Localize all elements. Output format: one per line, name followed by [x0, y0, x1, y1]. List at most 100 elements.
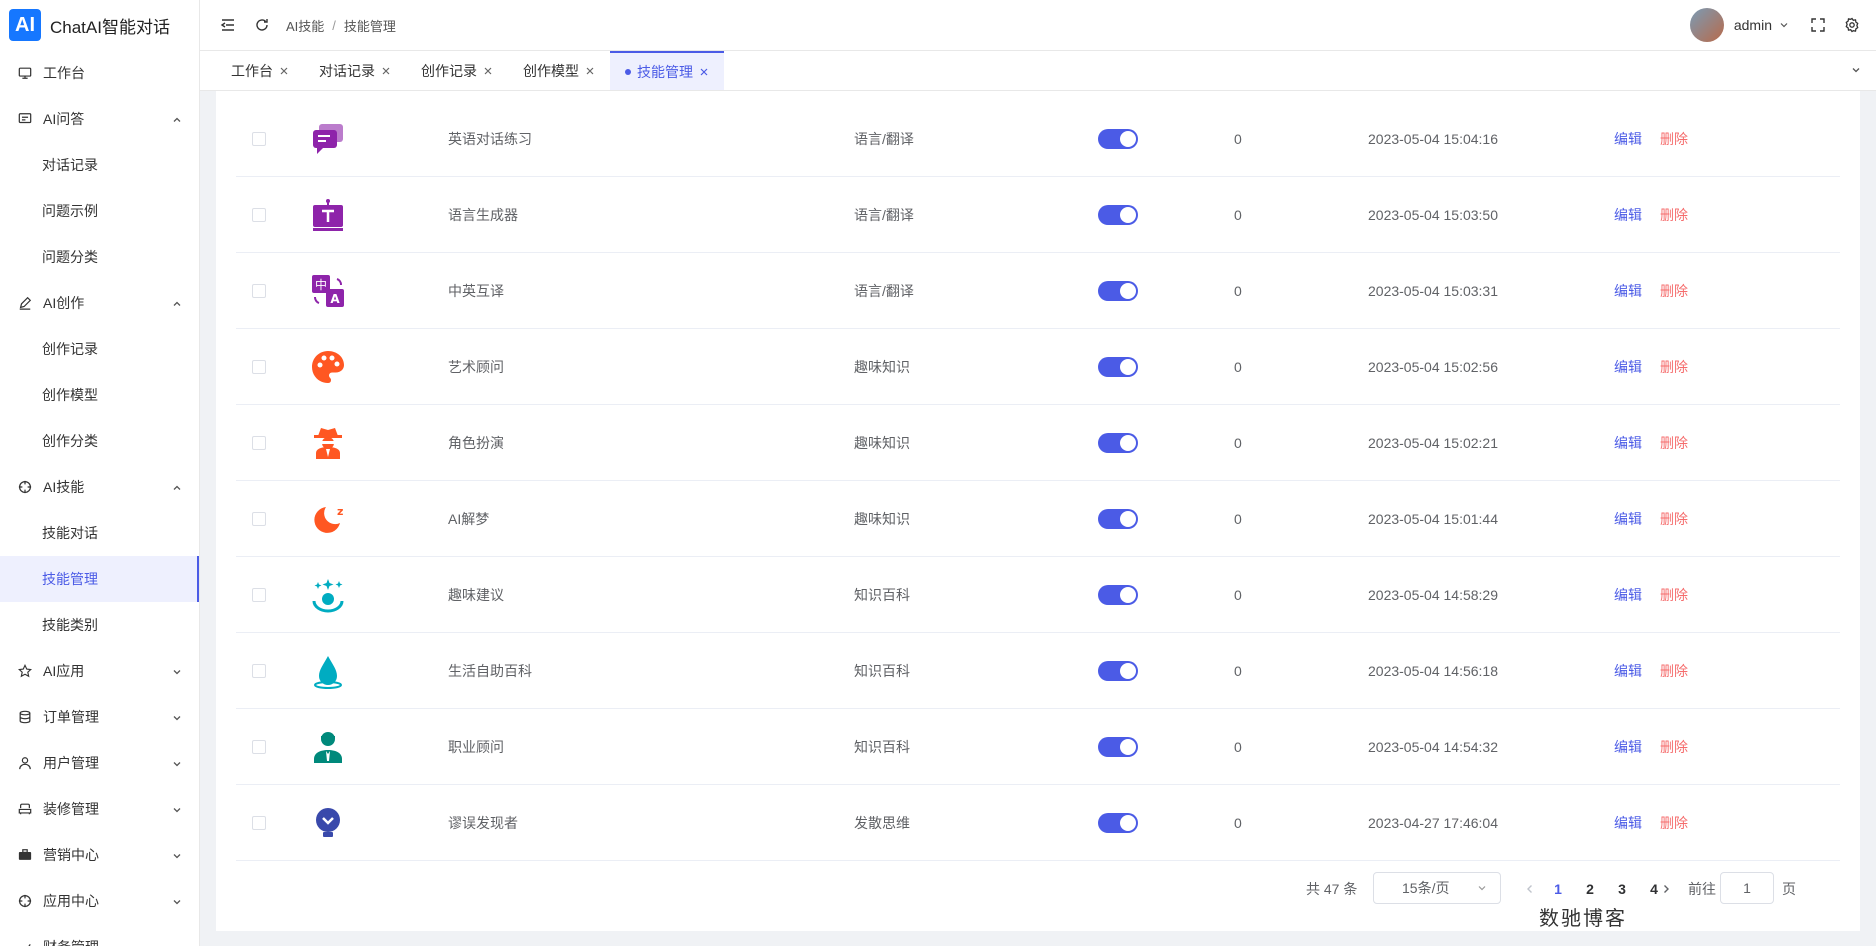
tab-item[interactable]: 创作模型	[508, 51, 610, 90]
close-icon[interactable]	[483, 66, 493, 76]
page-number[interactable]: 1	[1546, 881, 1570, 897]
tab-item[interactable]: 工作台	[216, 51, 304, 90]
next-page-button[interactable]	[1660, 874, 1672, 904]
row-checkbox[interactable]	[252, 816, 266, 830]
breadcrumb-item-ai-skill[interactable]: AI技能	[286, 16, 324, 35]
edit-button[interactable]: 编辑	[1614, 813, 1642, 833]
edit-button[interactable]: 编辑	[1614, 357, 1642, 377]
avatar[interactable]	[1689, 8, 1724, 42]
page-size-select[interactable]: 15条/页	[1373, 872, 1501, 904]
sidebar-menu: 工作台 AI问答 对话记录 问题示例 问题分类 AI创作 创作记录 创作模型 创作分类 AI技能技…	[0, 50, 199, 946]
close-icon[interactable]	[381, 66, 391, 76]
row-checkbox[interactable]	[252, 740, 266, 754]
delete-button[interactable]: 删除	[1660, 281, 1688, 301]
sidebar-group[interactable]: 用户管理	[0, 740, 199, 786]
sidebar-item[interactable]: 工作台	[0, 50, 199, 96]
edit-button[interactable]: 编辑	[1614, 433, 1642, 453]
edit-button[interactable]: 编辑	[1614, 661, 1642, 681]
row-checkbox[interactable]	[252, 512, 266, 526]
page-number[interactable]: 2	[1578, 881, 1602, 897]
sidebar-subitem[interactable]: 问题示例	[0, 188, 199, 234]
sidebar-subitem[interactable]: 对话记录	[0, 142, 199, 188]
chevron-right-icon	[1664, 885, 1669, 893]
delete-button[interactable]: 删除	[1660, 737, 1688, 757]
sidebar-subitem[interactable]: 技能对话	[0, 510, 199, 556]
row-checkbox[interactable]	[252, 284, 266, 298]
sidebar-group[interactable]: 装修管理	[0, 786, 199, 832]
sidebar-subitem[interactable]: 问题分类	[0, 234, 199, 280]
status-toggle[interactable]	[1098, 509, 1138, 529]
created-time: 2023-04-27 17:46:04	[1368, 815, 1498, 831]
sidebar-group[interactable]: 应用中心	[0, 878, 199, 924]
delete-button[interactable]: 删除	[1660, 129, 1688, 149]
table-row: 中A 中英互译 语言/翻译 0 2023-05-04 15:03:31 编辑 删…	[236, 253, 1840, 329]
fullscreen-icon[interactable]	[1810, 17, 1826, 33]
status-toggle[interactable]	[1098, 357, 1138, 377]
delete-button[interactable]: 删除	[1660, 813, 1688, 833]
businessman-icon	[310, 709, 346, 785]
delete-button[interactable]: 删除	[1660, 509, 1688, 529]
edit-button[interactable]: 编辑	[1614, 509, 1642, 529]
created-time: 2023-05-04 15:02:21	[1368, 435, 1498, 451]
collapse-menu-icon[interactable]	[220, 17, 236, 33]
sidebar-item-label: 财务管理	[43, 937, 171, 946]
sidebar-group[interactable]: AI应用	[0, 648, 199, 694]
refresh-icon[interactable]	[254, 17, 270, 33]
usage-count: 0	[1234, 207, 1242, 223]
chevron-down-icon[interactable]	[1776, 17, 1792, 33]
edit-button[interactable]: 编辑	[1614, 281, 1642, 301]
status-toggle[interactable]	[1098, 585, 1138, 605]
status-toggle[interactable]	[1098, 433, 1138, 453]
sidebar-subitem[interactable]: 技能类别	[0, 602, 199, 648]
brand[interactable]: AI ChatAI智能对话	[0, 0, 199, 50]
table-row: 生活自助百科 知识百科 0 2023-05-04 14:56:18 编辑 删除	[236, 633, 1840, 709]
sidebar-subitem[interactable]: 技能管理	[0, 556, 199, 602]
row-checkbox[interactable]	[252, 664, 266, 678]
sidebar-group[interactable]: 营销中心	[0, 832, 199, 878]
tab-item[interactable]: 对话记录	[304, 51, 406, 90]
status-toggle[interactable]	[1098, 813, 1138, 833]
row-checkbox[interactable]	[252, 208, 266, 222]
sidebar-item-label: 装修管理	[43, 801, 99, 817]
status-toggle[interactable]	[1098, 661, 1138, 681]
delete-button[interactable]: 删除	[1660, 585, 1688, 605]
status-toggle[interactable]	[1098, 737, 1138, 757]
sidebar-group[interactable]: AI创作	[0, 280, 199, 326]
tabs-more-button[interactable]	[1836, 51, 1876, 90]
goto-page-input[interactable]: 1	[1720, 872, 1774, 904]
delete-button[interactable]: 删除	[1660, 205, 1688, 225]
page-number[interactable]: 3	[1610, 881, 1634, 897]
tab-label: 创作模型	[523, 62, 579, 79]
created-time: 2023-05-04 15:01:44	[1368, 511, 1498, 527]
sidebar-subitem[interactable]: 创作记录	[0, 326, 199, 372]
sidebar-group[interactable]: AI技能	[0, 464, 199, 510]
edit-button[interactable]: 编辑	[1614, 205, 1642, 225]
row-checkbox[interactable]	[252, 132, 266, 146]
tab-item[interactable]: 技能管理	[610, 51, 724, 90]
delete-button[interactable]: 删除	[1660, 357, 1688, 377]
status-toggle[interactable]	[1098, 281, 1138, 301]
sidebar-group[interactable]: 订单管理	[0, 694, 199, 740]
detective-icon	[310, 405, 346, 481]
sidebar-subitem[interactable]: 创作分类	[0, 418, 199, 464]
row-checkbox[interactable]	[252, 436, 266, 450]
sidebar-subitem[interactable]: 创作模型	[0, 372, 199, 418]
username[interactable]: admin	[1734, 17, 1772, 33]
tab-item[interactable]: 创作记录	[406, 51, 508, 90]
sidebar-group[interactable]: AI问答	[0, 96, 199, 142]
sidebar-group[interactable]: 财务管理	[0, 924, 199, 946]
close-icon[interactable]	[699, 67, 709, 77]
row-checkbox[interactable]	[252, 360, 266, 374]
prev-page-button[interactable]	[1524, 874, 1536, 904]
status-toggle[interactable]	[1098, 129, 1138, 149]
edit-button[interactable]: 编辑	[1614, 129, 1642, 149]
close-icon[interactable]	[585, 66, 595, 76]
delete-button[interactable]: 删除	[1660, 661, 1688, 681]
delete-button[interactable]: 删除	[1660, 433, 1688, 453]
edit-button[interactable]: 编辑	[1614, 585, 1642, 605]
close-icon[interactable]	[279, 66, 289, 76]
row-checkbox[interactable]	[252, 588, 266, 602]
edit-button[interactable]: 编辑	[1614, 737, 1642, 757]
gear-icon[interactable]	[1844, 17, 1860, 33]
status-toggle[interactable]	[1098, 205, 1138, 225]
